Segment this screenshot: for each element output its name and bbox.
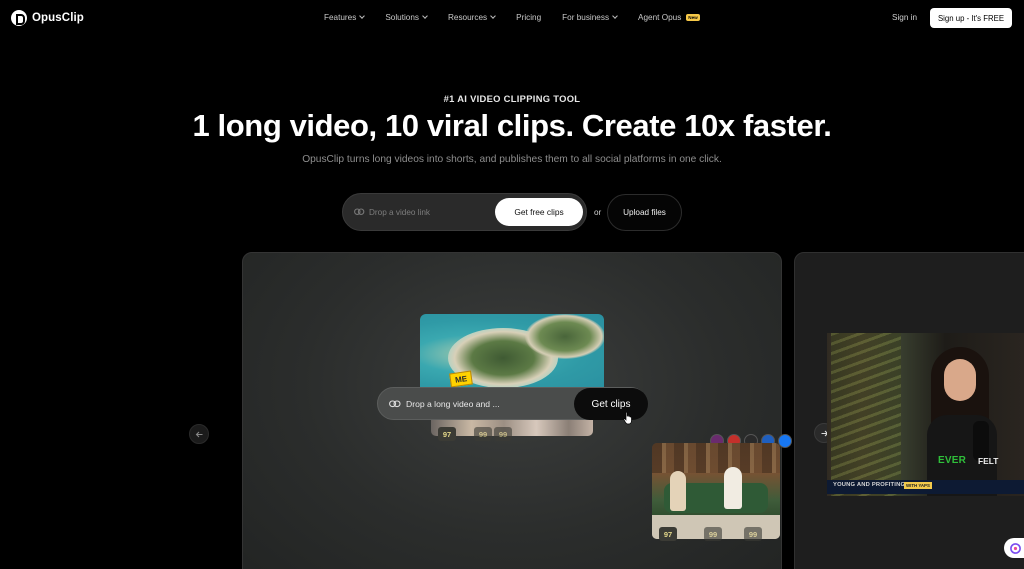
show-tag: WITH YAPS [904, 482, 932, 489]
new-badge: New [686, 14, 700, 21]
chevron-down-icon [359, 13, 366, 19]
nav-pricing[interactable]: Pricing [516, 13, 541, 22]
nav-agent-opus-label: Agent Opus [638, 13, 682, 22]
logo[interactable]: OpusClip [11, 10, 84, 26]
opusclip-logo-icon [11, 10, 27, 26]
chevron-down-icon [612, 13, 618, 19]
nav-for-business-label: For business [562, 13, 610, 22]
facebook-icon [778, 434, 792, 448]
island-video-thumbnail [420, 314, 604, 394]
hero-subline: OpusClip turns long videos into shorts, … [302, 154, 722, 165]
nav-links: Features Solutions Resources Pricing For… [324, 13, 721, 22]
podcast-video-thumbnail [652, 443, 780, 539]
face-shape [944, 359, 976, 401]
island-shape [525, 314, 604, 359]
microphone-shape [973, 421, 989, 461]
nav-agent-opus[interactable]: Agent Opus New [638, 13, 700, 22]
arrow-left-icon [195, 431, 202, 437]
or-separator: or [594, 208, 602, 217]
show-title: YOUNG AND PROFITING [833, 482, 906, 488]
demo-input-placeholder: Drop a long video and ... [406, 399, 500, 409]
chat-icon [1009, 542, 1021, 554]
nav-solutions[interactable]: Solutions [385, 13, 428, 22]
nav-features[interactable]: Features [324, 13, 366, 22]
virality-score: 97 [659, 527, 677, 541]
upload-files-button[interactable]: Upload files [607, 194, 682, 231]
caption-word: FELT [978, 456, 999, 466]
nav-pricing-label: Pricing [516, 13, 542, 22]
nav-resources[interactable]: Resources [448, 13, 496, 22]
speaker-video-thumbnail [827, 333, 1024, 496]
nav-solutions-label: Solutions [385, 13, 419, 22]
chat-widget-button[interactable] [1004, 538, 1024, 558]
link-icon [389, 400, 401, 408]
virality-score: 99 [474, 427, 492, 441]
hand-cursor-icon [623, 411, 632, 425]
bookshelf-shape [652, 443, 780, 473]
caption-highlight-word: EVER [938, 455, 967, 466]
plant-shape [831, 333, 901, 496]
video-link-placeholder: Drop a video link [369, 208, 430, 217]
chevron-down-icon [422, 13, 428, 19]
virality-score: 99 [704, 527, 722, 541]
get-clips-button[interactable]: Get clips [574, 388, 648, 420]
top-nav: OpusClip Features Solutions Resources Pr… [0, 0, 1024, 36]
virality-score: 99 [494, 427, 512, 441]
carousel-prev-button[interactable] [189, 424, 209, 444]
virality-score: 99 [744, 527, 762, 541]
hero-eyebrow: #1 AI VIDEO CLIPPING TOOL [443, 93, 581, 104]
person-shape [724, 467, 742, 509]
chevron-down-icon [490, 13, 496, 19]
get-free-clips-button[interactable]: Get free clips [495, 198, 583, 226]
nav-features-label: Features [324, 13, 357, 22]
virality-score: 97 [438, 427, 456, 441]
signin-link[interactable]: Sign in [892, 13, 917, 22]
nav-for-business[interactable]: For business [562, 13, 618, 22]
nav-resources-label: Resources [448, 13, 488, 22]
hero-headline: 1 long video, 10 viral clips. Create 10x… [192, 108, 832, 143]
person-shape [670, 471, 686, 511]
link-icon [354, 208, 365, 215]
signup-button[interactable]: Sign up - It's FREE [930, 8, 1012, 28]
logo-text: OpusClip [32, 12, 84, 24]
